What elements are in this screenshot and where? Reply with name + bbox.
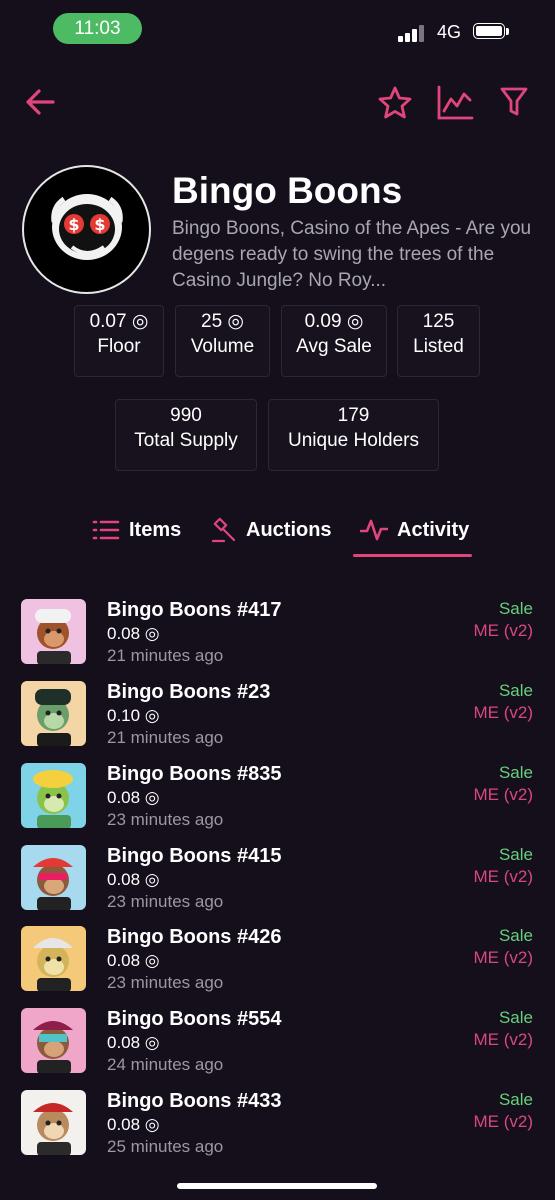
stat-total-supply: 990 Total Supply — [115, 399, 257, 471]
tab-auctions-label: Auctions — [246, 518, 332, 541]
collection-title: Bingo Boons — [172, 170, 403, 211]
item-type: Sale — [498, 926, 533, 945]
list-item[interactable]: Bingo Boons #433 0.08 ◎ 25 minutes ago S… — [0, 1090, 555, 1172]
item-price: 0.08 ◎ — [107, 1115, 160, 1134]
list-item[interactable]: Bingo Boons #554 0.08 ◎ 24 minutes ago S… — [0, 1008, 555, 1090]
list-icon — [92, 520, 120, 540]
list-item[interactable]: Bingo Boons #23 0.10 ◎ 21 minutes ago Sa… — [0, 681, 555, 763]
item-type: Sale — [498, 681, 533, 700]
item-price: 0.10 ◎ — [107, 706, 160, 725]
item-name: Bingo Boons #417 — [107, 599, 282, 621]
stat-avg-sale: 0.09 ◎ Avg Sale — [281, 305, 387, 377]
list-item[interactable]: Bingo Boons #835 0.08 ◎ 23 minutes ago S… — [0, 763, 555, 845]
item-price: 0.08 ◎ — [107, 1033, 160, 1052]
item-time: 23 minutes ago — [107, 973, 224, 992]
list-item[interactable]: Bingo Boons #415 0.08 ◎ 23 minutes ago S… — [0, 845, 555, 927]
stat-avg-sale-label: Avg Sale — [296, 336, 372, 357]
tab-auctions[interactable]: Auctions — [211, 512, 332, 548]
item-time: 21 minutes ago — [107, 728, 224, 747]
favorite-button[interactable] — [377, 85, 413, 121]
item-market: ME (v2) — [473, 867, 534, 886]
tab-activity[interactable]: Activity — [360, 512, 469, 548]
activity-icon — [360, 519, 388, 541]
stat-listed-label: Listed — [413, 336, 464, 357]
item-type: Sale — [498, 845, 533, 864]
stat-avg-sale-value: 0.09 ◎ — [304, 311, 364, 332]
nft-thumbnail — [21, 926, 86, 991]
filter-button[interactable] — [500, 86, 528, 118]
item-name: Bingo Boons #426 — [107, 926, 282, 948]
item-name: Bingo Boons #835 — [107, 763, 282, 785]
nft-thumbnail — [21, 763, 86, 828]
item-time: 24 minutes ago — [107, 1055, 224, 1074]
active-tab-indicator — [353, 554, 472, 557]
item-name: Bingo Boons #554 — [107, 1008, 282, 1030]
item-type: Sale — [498, 1008, 533, 1027]
battery-icon — [473, 23, 509, 41]
nft-thumbnail — [21, 845, 86, 910]
chart-button[interactable] — [436, 85, 474, 121]
item-name: Bingo Boons #23 — [107, 681, 271, 703]
star-icon — [378, 86, 412, 119]
ape-logo-icon: $ $ — [51, 194, 123, 260]
svg-text:$: $ — [68, 215, 79, 234]
nft-thumbnail — [21, 1008, 86, 1073]
status-time: 11:03 — [53, 13, 142, 44]
signal-icon — [398, 24, 428, 42]
item-price: 0.08 ◎ — [107, 788, 160, 807]
stat-floor-label: Floor — [97, 336, 141, 357]
arrow-left-icon — [26, 89, 55, 115]
item-name: Bingo Boons #433 — [107, 1090, 282, 1112]
nft-thumbnail — [21, 681, 86, 746]
list-item[interactable]: Bingo Boons #426 0.08 ◎ 23 minutes ago S… — [0, 926, 555, 1008]
list-item[interactable]: Bingo Boons #417 0.08 ◎ 21 minutes ago S… — [0, 599, 555, 681]
stat-unique-holders-label: Unique Holders — [288, 430, 419, 451]
item-market: ME (v2) — [473, 785, 534, 804]
item-time: 25 minutes ago — [107, 1137, 224, 1156]
item-time: 23 minutes ago — [107, 892, 224, 911]
stat-total-supply-value: 990 — [170, 405, 202, 426]
item-market: ME (v2) — [473, 621, 534, 640]
item-time: 23 minutes ago — [107, 810, 224, 829]
stat-unique-holders: 179 Unique Holders — [268, 399, 439, 471]
home-indicator[interactable] — [177, 1183, 377, 1189]
gavel-icon — [211, 517, 236, 543]
collection-avatar: $ $ — [22, 165, 151, 294]
item-market: ME (v2) — [473, 1030, 534, 1049]
item-price: 0.08 ◎ — [107, 870, 160, 889]
stat-volume-value: 25 ◎ — [201, 311, 244, 332]
back-button[interactable] — [25, 88, 55, 116]
tab-items-label: Items — [129, 518, 182, 541]
chart-icon — [437, 85, 474, 120]
item-type: Sale — [498, 1090, 533, 1109]
item-market: ME (v2) — [473, 703, 534, 722]
stat-listed-value: 125 — [422, 311, 455, 332]
nft-thumbnail — [21, 599, 86, 664]
collection-description[interactable]: Bingo Boons, Casino of the Apes - Are yo… — [172, 216, 532, 294]
stat-unique-holders-value: 179 — [337, 405, 370, 426]
item-type: Sale — [498, 763, 533, 782]
tab-activity-label: Activity — [397, 518, 470, 541]
item-time: 21 minutes ago — [107, 646, 224, 665]
network-type: 4G — [437, 22, 462, 42]
stat-floor: 0.07 ◎ Floor — [74, 305, 164, 377]
item-market: ME (v2) — [473, 1112, 534, 1131]
nft-thumbnail — [21, 1090, 86, 1155]
item-type: Sale — [498, 599, 533, 618]
item-market: ME (v2) — [473, 948, 534, 967]
stat-volume-label: Volume — [190, 336, 255, 357]
item-name: Bingo Boons #415 — [107, 845, 282, 867]
item-price: 0.08 ◎ — [107, 951, 160, 970]
svg-text:$: $ — [94, 215, 105, 234]
stat-floor-value: 0.07 ◎ — [89, 311, 149, 332]
stat-volume: 25 ◎ Volume — [175, 305, 270, 377]
item-price: 0.08 ◎ — [107, 624, 160, 643]
stat-total-supply-label: Total Supply — [134, 430, 238, 451]
tab-items[interactable]: Items — [92, 512, 181, 548]
status-bar: 11:03 4G — [0, 0, 555, 60]
stat-listed: 125 Listed — [397, 305, 480, 377]
filter-icon — [500, 87, 528, 116]
